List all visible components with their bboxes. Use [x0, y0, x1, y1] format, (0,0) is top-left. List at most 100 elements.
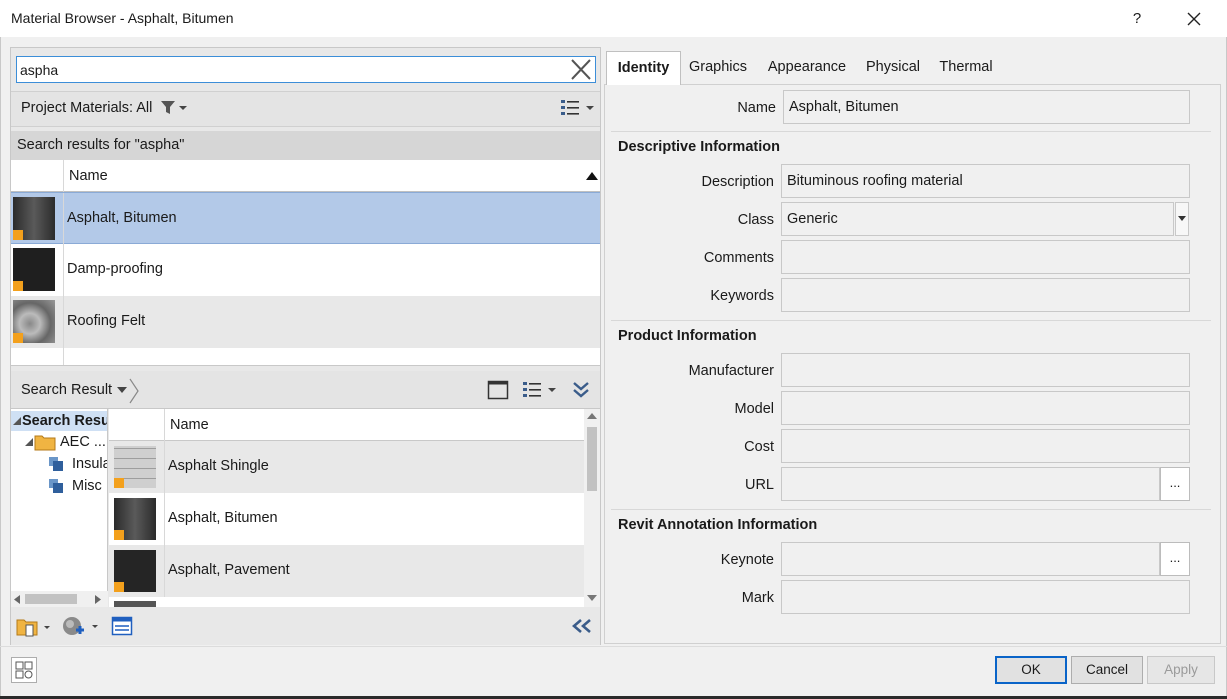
folder-icon	[34, 435, 56, 451]
chevron-down-icon	[1178, 216, 1186, 221]
clear-search-icon[interactable]	[569, 58, 593, 81]
tab-appearance[interactable]: Appearance	[761, 51, 853, 84]
library-manager-icon[interactable]	[16, 616, 52, 638]
keywords-field[interactable]	[781, 278, 1190, 312]
keynote-field[interactable]	[781, 542, 1160, 576]
apply-button[interactable]: Apply	[1147, 656, 1215, 684]
window-title: Material Browser - Asphalt, Bitumen	[11, 10, 234, 26]
panel-layout-icon[interactable]	[487, 380, 509, 400]
material-thumbnail	[114, 498, 156, 540]
name-label: Name	[737, 100, 776, 116]
keynote-browse-button[interactable]: ...	[1160, 542, 1190, 576]
material-thumbnail	[13, 300, 55, 343]
name-field[interactable]: Asphalt, Bitumen	[783, 90, 1190, 124]
list-item[interactable]: Roofing Felt	[11, 296, 600, 348]
keywords-label: Keywords	[710, 288, 774, 304]
collapse-library-icon[interactable]	[571, 618, 593, 634]
tree-folder-label[interactable]: AEC ...	[60, 434, 106, 450]
library-breadcrumb[interactable]: Search Result	[21, 382, 112, 398]
tree-root-label: Search Resu	[22, 413, 108, 429]
tree-item-label[interactable]: Insula	[72, 456, 107, 472]
material-editor-icon[interactable]	[111, 616, 133, 636]
mark-field[interactable]	[781, 580, 1190, 614]
mark-label: Mark	[741, 590, 774, 606]
warning-icon	[13, 333, 23, 343]
tab-identity[interactable]: Identity	[606, 51, 681, 85]
list-item[interactable]: Asphalt, Pavement	[109, 545, 584, 597]
library-material-list: Name Asphalt Shingle Asphalt, Bitumen As…	[109, 409, 600, 607]
comments-label: Comments	[703, 250, 774, 266]
results-label: Search results for "aspha"	[17, 137, 185, 153]
scroll-thumb[interactable]	[587, 427, 597, 491]
scroll-down-icon[interactable]	[587, 595, 597, 601]
list-header[interactable]: Name	[11, 160, 600, 192]
search-input[interactable]	[20, 60, 560, 80]
url-label: URL	[744, 477, 774, 493]
material-name: Asphalt, Pavement	[168, 562, 290, 578]
list-item[interactable]: Asphalt, Bitumen	[109, 493, 584, 545]
breadcrumb-chevron-icon[interactable]	[114, 378, 142, 404]
model-field[interactable]	[781, 391, 1190, 425]
project-materials-filter[interactable]: Project Materials: All	[21, 100, 152, 116]
ok-button[interactable]: OK	[995, 656, 1067, 684]
tab-graphics[interactable]: Graphics	[684, 51, 752, 84]
scroll-left-icon[interactable]	[14, 595, 20, 604]
url-field[interactable]	[781, 467, 1160, 501]
list-item[interactable]: Asphalt Shingle	[109, 441, 584, 493]
manufacturer-field[interactable]	[781, 353, 1190, 387]
material-name: Roofing Felt	[67, 313, 146, 329]
cancel-button[interactable]: Cancel	[1071, 656, 1143, 684]
annotation-heading: Revit Annotation Information	[618, 517, 818, 533]
name-column-header[interactable]: Name	[170, 417, 209, 433]
material-thumbnail	[114, 446, 156, 488]
cost-field[interactable]	[781, 429, 1190, 463]
section-divider	[611, 320, 1211, 321]
search-field[interactable]	[16, 56, 596, 83]
library-view-options-icon[interactable]	[522, 380, 558, 400]
sort-ascending-icon[interactable]	[586, 172, 598, 180]
warning-icon	[114, 582, 124, 592]
toggle-browser-button[interactable]	[11, 657, 37, 683]
list-item[interactable]: Damp-proofing	[11, 244, 600, 296]
help-button[interactable]: ?	[1122, 6, 1152, 32]
material-name: Asphalt Shingle	[168, 458, 269, 474]
product-heading: Product Information	[618, 328, 757, 344]
material-thumbnail	[13, 197, 55, 240]
warning-icon	[13, 281, 23, 291]
collapse-double-down-icon[interactable]	[571, 380, 591, 400]
list-header[interactable]: Name	[109, 409, 584, 441]
tree-horizontal-scrollbar[interactable]	[11, 591, 108, 607]
filter-icon[interactable]	[160, 100, 188, 116]
section-divider	[611, 131, 1211, 132]
material-name: Damp-proofing	[67, 261, 163, 277]
material-category-icon	[49, 457, 63, 471]
view-options-icon[interactable]	[560, 98, 596, 118]
create-material-icon[interactable]	[61, 615, 101, 639]
comments-field[interactable]	[781, 240, 1190, 274]
browser-toolbar	[11, 608, 600, 645]
scroll-right-icon[interactable]	[95, 595, 101, 604]
editor-tabs: Identity Graphics Appearance Physical Th…	[604, 51, 1221, 85]
name-column-header[interactable]: Name	[69, 168, 108, 184]
url-browse-button[interactable]: ...	[1160, 467, 1190, 501]
class-select[interactable]: Generic	[781, 202, 1174, 236]
tree-item-label[interactable]: Misc	[72, 478, 102, 494]
manufacturer-label: Manufacturer	[688, 363, 774, 379]
list-item[interactable]: Asphalt, Bitumen	[11, 192, 600, 245]
tab-thermal[interactable]: Thermal	[934, 51, 998, 84]
close-button[interactable]	[1178, 6, 1210, 32]
keynote-label: Keynote	[720, 552, 774, 568]
expand-arrow-icon[interactable]	[25, 438, 33, 446]
footer-divider	[0, 646, 1227, 647]
scroll-thumb[interactable]	[25, 594, 77, 604]
expand-arrow-icon[interactable]	[13, 417, 21, 425]
scroll-up-icon[interactable]	[587, 413, 597, 419]
tab-physical[interactable]: Physical	[861, 51, 925, 84]
library-vertical-scrollbar[interactable]	[584, 409, 600, 607]
section-divider	[611, 509, 1211, 510]
class-dropdown-button[interactable]	[1175, 202, 1189, 236]
tree-root-item[interactable]: Search Resu	[11, 411, 108, 431]
material-name: Asphalt, Bitumen	[168, 510, 278, 526]
description-field[interactable]: Bituminous roofing material	[781, 164, 1190, 198]
close-icon	[1187, 12, 1201, 26]
